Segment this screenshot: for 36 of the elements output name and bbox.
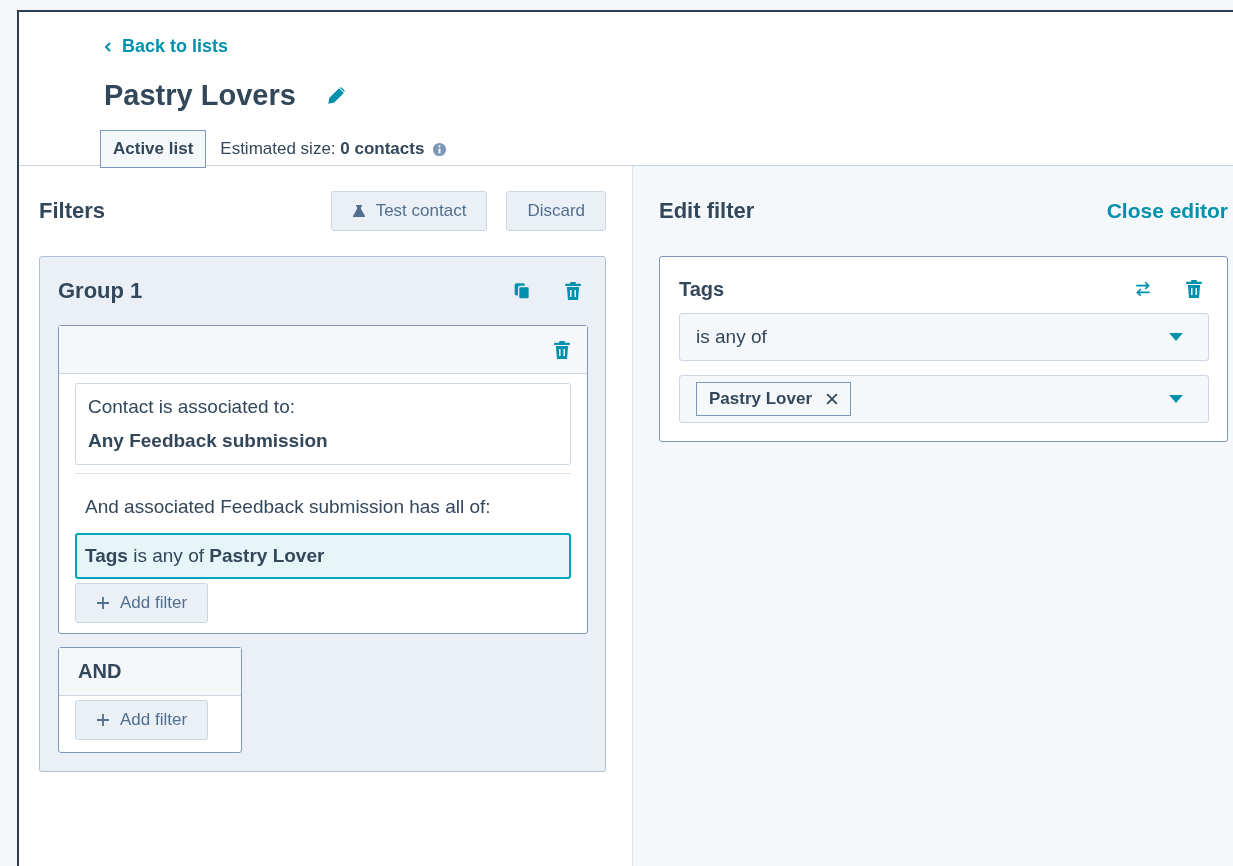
list-type-tag: Active list [100,130,207,168]
list-title: Pastry Lovers [104,79,296,112]
association-label: Contact is associated to: [88,396,296,418]
remove-icon[interactable] [826,393,838,405]
info-icon[interactable] [432,141,448,157]
pencil-icon[interactable] [325,85,346,106]
trash-icon[interactable] [553,339,571,360]
plus-icon [96,713,110,727]
plus-icon [96,596,110,610]
property-name: Tags [679,277,725,301]
chevron-icon [104,40,112,53]
trash-icon[interactable] [1185,279,1203,299]
close-editor-link[interactable]: Close editor [1106,199,1228,223]
value-tag: Pastry Lover [696,382,851,416]
and-label: AND [78,660,122,683]
association-box[interactable]: Contact is associated to: Any Feedback submission [75,383,571,465]
operator-dropdown[interactable]: is any of [679,313,1209,361]
filter-condition[interactable]: Tags is any of Pastry Lover [75,533,571,579]
filters-heading: Filters [39,198,106,224]
flask-icon [351,204,366,218]
toolbar-button[interactable]: Discard [506,191,606,231]
condition-text: And associated Feedback submission has all of: [84,495,492,519]
copy-icon[interactable] [513,281,531,301]
trash-icon[interactable] [564,281,582,301]
add-filter-button[interactable]: Add filter [75,583,209,623]
group-title: Group 1 [58,278,143,304]
estimated-size: Estimated size: 0 contacts [220,139,425,159]
swap-icon[interactable] [1134,279,1152,299]
back-link[interactable]: Back to lists [104,36,229,57]
caret-icon [1169,395,1183,403]
add-filter-button[interactable]: Add filter [75,700,209,740]
association-value: Any Feedback submission [88,430,329,452]
values-dropdown[interactable]: Pastry Lover [679,375,1209,423]
editor-heading: Edit filter [659,198,755,224]
caret-icon [1169,333,1183,341]
toolbar-button[interactable]: Test contact [330,191,488,231]
